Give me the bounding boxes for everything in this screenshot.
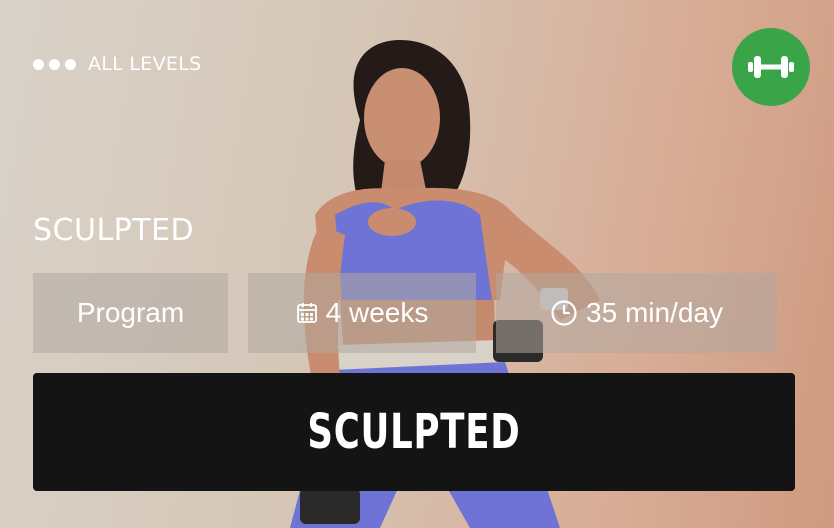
program-card[interactable]: ALL LEVELS SCULPTED Program 4 weeks 35 m… [0, 0, 834, 528]
time-chip-label: 35 min/day [586, 297, 723, 328]
level-dot [65, 58, 76, 70]
clock-icon [551, 300, 577, 326]
duration-chip: 4 weeks [248, 273, 476, 353]
program-cta-button[interactable]: SCULPTED [33, 373, 795, 491]
level-dots [33, 58, 76, 70]
level-dot [49, 58, 60, 70]
workout-type-badge [732, 28, 810, 106]
level-dot [33, 58, 44, 70]
duration-chip-label: 4 weeks [325, 297, 429, 328]
level-label: ALL LEVELS [88, 53, 202, 75]
time-chip: 35 min/day [496, 273, 777, 353]
program-title: SCULPTED [33, 213, 195, 248]
calendar-icon [296, 303, 317, 323]
type-chip-label: Program [76, 297, 185, 328]
program-cta-label: SCULPTED [307, 404, 521, 460]
dumbbell-icon [748, 56, 794, 78]
type-chip: Program [33, 273, 228, 353]
level-indicator: ALL LEVELS [33, 53, 201, 75]
